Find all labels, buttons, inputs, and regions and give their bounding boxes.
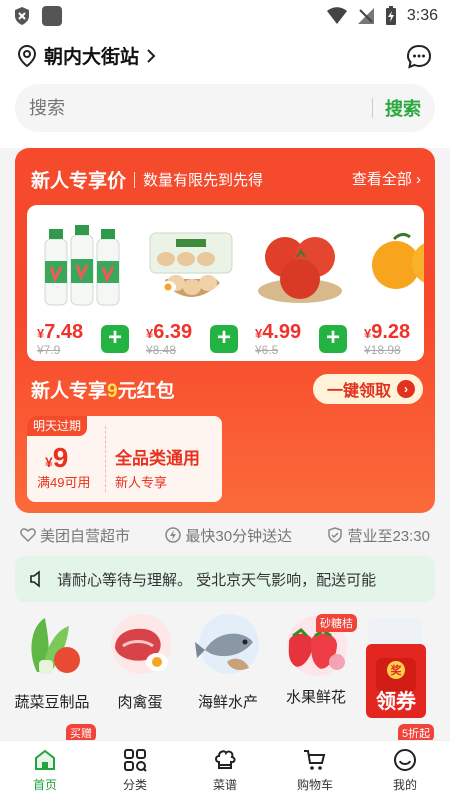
location-pin-icon (17, 44, 37, 67)
notification-icon (42, 6, 62, 26)
category-seafood[interactable]: 海鲜水产 (184, 612, 272, 712)
notice-bar[interactable]: 请耐心等待与理解。 受北京天气影响，配送可能 (15, 556, 435, 602)
category-label: 肉禽蛋 (117, 694, 163, 711)
add-to-cart-button[interactable]: + (210, 325, 238, 353)
product-card-milk[interactable]: ¥7.48 ¥7.9 + (27, 205, 135, 361)
coupon-name: 全品类通用 (115, 449, 200, 468)
category-label: 蔬菜豆制品 (14, 694, 90, 711)
heart-icon (20, 528, 36, 543)
expiry-tag: 明天过期 (27, 416, 88, 436)
product-price: ¥6.39 (146, 321, 193, 343)
clock: 3:36 (406, 7, 438, 24)
category-icon (124, 749, 147, 772)
coupon-condition: 满49可用 (37, 475, 91, 490)
oranges-image (372, 232, 424, 289)
battery-icon (385, 6, 396, 25)
search-input[interactable] (29, 97, 372, 119)
new-user-promo-card: 新人专享价 数量有限先到先得 查看全部 › ¥7.48 ¥7.9 + ¥6.39… (15, 148, 435, 513)
category-vegetables[interactable]: 蔬菜豆制品 (8, 612, 96, 712)
product-price: ¥9.28 (364, 321, 411, 343)
location-label: 朝内大街站 (44, 47, 140, 68)
category-label: 水果鲜花 (285, 689, 346, 706)
product-old-price: ¥7.9 (37, 343, 61, 357)
tab-recipes[interactable]: 菜谱 (180, 741, 270, 800)
cart-icon (304, 750, 326, 770)
seafood-image (195, 614, 259, 674)
chevron-right-icon: › (397, 380, 415, 398)
header: 朝内大街站 搜索 (0, 32, 450, 148)
add-to-cart-button[interactable]: + (101, 325, 129, 353)
product-price: ¥7.48 (37, 321, 84, 343)
notice-text: 请耐心等待与理解。 受北京天气影响，配送可能 (57, 571, 377, 589)
shield-x-icon (15, 7, 29, 25)
product-old-price: ¥18.98 (364, 343, 401, 357)
feature-business-hours: 营业至23:30 (327, 525, 430, 546)
tab-home[interactable]: 首页 (0, 741, 90, 800)
search-button[interactable]: 搜索 (385, 95, 421, 121)
vegetables-image (31, 618, 80, 674)
home-icon (35, 749, 55, 770)
signal-icon (357, 8, 374, 24)
eggs-image (149, 232, 233, 297)
product-card-eggs[interactable]: ¥6.39 ¥8.48 + (136, 205, 244, 361)
product-card-tomatoes[interactable]: ¥4.99 ¥6.5 + (245, 205, 353, 361)
promo-subtitle: 数量有限先到先得 (143, 172, 264, 189)
view-all-label: 查看全部 (351, 171, 412, 188)
category-badge: 5折起 (398, 724, 435, 740)
view-all-link[interactable]: 查看全部 › (352, 168, 421, 189)
chef-hat-icon (215, 750, 236, 769)
coupon-amount: ¥9 (45, 442, 69, 473)
coupon-card[interactable]: 明天过期 ¥9 满49可用 全品类通用 新人专享 (27, 416, 222, 502)
search-bar: 搜索 (15, 84, 435, 132)
tab-cart[interactable]: 购物车 (270, 741, 360, 800)
category-meat-eggs[interactable]: 肉禽蛋 (96, 612, 184, 712)
promo-title: 新人专享价 (31, 171, 127, 192)
search-divider (372, 98, 373, 118)
speaker-icon (30, 570, 40, 588)
location-selector[interactable]: 朝内大街站 (16, 42, 157, 69)
svg-text:奖: 奖 (391, 663, 403, 677)
promo-header: 新人专享价 数量有限先到先得 (31, 166, 263, 193)
feature-fast-delivery: 最快30分钟送达 (165, 525, 292, 546)
fruits-image-wrap: 砂糖桔 (281, 612, 357, 678)
red-packet-title: 新人专享9元红包 (31, 381, 175, 402)
add-to-cart-button[interactable]: + (319, 325, 347, 353)
status-bar: 3:36 (0, 0, 450, 32)
promo-divider (134, 171, 136, 188)
message-icon[interactable] (406, 44, 432, 70)
product-card-oranges[interactable]: ¥9.28 ¥18.98 (354, 205, 424, 361)
coupon-desc: 新人专享 (115, 475, 168, 490)
category-fruits-flowers[interactable]: 砂糖桔 水果鲜花 (272, 612, 360, 707)
milk-bottles-image (44, 225, 120, 306)
tab-profile[interactable]: 我的 (360, 741, 450, 800)
product-old-price: ¥6.5 (255, 343, 279, 357)
wifi-icon (326, 7, 347, 24)
promo-product-list: ¥7.48 ¥7.9 + ¥6.39 ¥8.48 + ¥4.99 ¥6.5 + … (27, 205, 424, 361)
coupon-divider (105, 426, 106, 492)
red-envelope-icon: 奖 领券 (366, 618, 426, 718)
svg-text:领券: 领券 (376, 689, 417, 713)
category-row-2-peek: 买赠 5折起 (0, 722, 450, 740)
chevron-right-icon (147, 48, 156, 63)
tomatoes-image (258, 237, 342, 303)
product-price: ¥4.99 (255, 321, 302, 343)
shield-check-icon (328, 527, 343, 543)
feature-self-operated: 美团自营超市 (20, 525, 130, 546)
smiley-icon (394, 749, 416, 771)
category-badge: 砂糖桔 (316, 614, 357, 632)
product-old-price: ¥8.48 (146, 343, 177, 357)
service-features: 美团自营超市 最快30分钟送达 营业至23:30 (0, 520, 450, 550)
tab-category[interactable]: 分类 (90, 741, 180, 800)
claim-all-label: 一键领取 (326, 383, 391, 400)
bottom-tab-bar: 首页 分类 菜谱 购物车 我的 (0, 740, 450, 800)
claim-all-button[interactable]: 一键领取 › (312, 374, 423, 404)
floating-coupon-button[interactable]: 奖 领券 (362, 614, 430, 722)
lightning-icon (165, 527, 182, 543)
category-label: 海鲜水产 (197, 694, 258, 711)
category-badge: 买赠 (66, 724, 96, 740)
meat-eggs-image (111, 614, 171, 674)
